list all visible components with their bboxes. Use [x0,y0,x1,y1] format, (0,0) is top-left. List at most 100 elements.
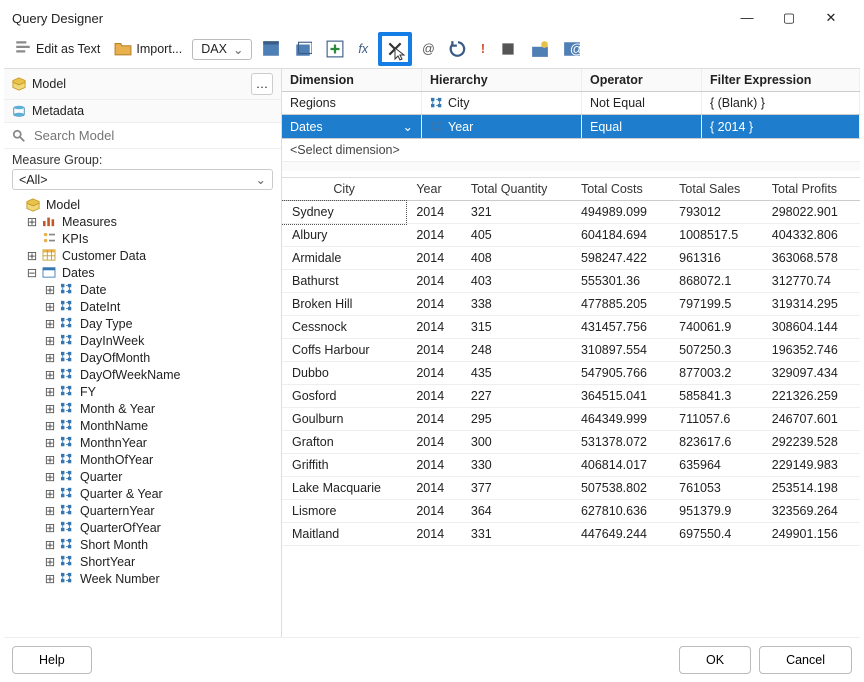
tree-dates-day-type[interactable]: ⊞Day Type [8,315,277,332]
model-more-button[interactable]: … [251,73,273,95]
table-row[interactable]: Lismore2014364627810.636951379.9323569.2… [282,500,860,523]
filter-select-dimension[interactable]: <Select dimension> [282,139,860,161]
table-row[interactable]: Lake Macquarie2014377507538.802761053253… [282,477,860,500]
toolbar-warning-icon[interactable]: ! [477,40,489,58]
tree-dates-monthname[interactable]: ⊞MonthName [8,417,277,434]
tree-dates-fy[interactable]: ⊞FY [8,383,277,400]
column-header[interactable]: Year [406,178,461,201]
toolbar-stop-icon[interactable] [495,38,521,60]
tree-dates-quarterofyear[interactable]: ⊞QuarterOfYear [8,519,277,536]
tree-dates-monthofyear[interactable]: ⊞MonthOfYear [8,451,277,468]
toolbar-formula-icon[interactable]: fx [354,40,372,58]
filter-operator[interactable]: Equal [582,115,702,138]
toolbar-add-calc-icon[interactable] [322,38,348,60]
toolbar-params-icon[interactable]: @ [559,38,585,60]
tree-dates-quarternyear[interactable]: ⊞QuarternYear [8,502,277,519]
tree-dates-dayofmonth[interactable]: ⊞DayOfMonth [8,349,277,366]
tree-dates[interactable]: ⊟Dates [8,264,277,281]
tree-dates-dayofweekname[interactable]: ⊞DayOfWeekName [8,366,277,383]
tree-dates-week-number[interactable]: ⊞Week Number [8,570,277,587]
table-row[interactable]: Cessnock2014315431457.756740061.9308604.… [282,316,860,339]
highlighted-toolbar-button[interactable] [378,32,412,66]
maximize-button[interactable]: ▢ [768,4,810,32]
filter-hscroll[interactable] [282,161,860,171]
footer: Help OK Cancel [4,637,860,682]
close-button[interactable]: ✕ [810,4,852,32]
table-row[interactable]: Griffith2014330406814.017635964229149.98… [282,454,860,477]
toolbar-design-icon[interactable] [527,38,553,60]
filter-col-operator: Operator [582,69,702,91]
measure-group-dropdown[interactable]: <All> ⌄ [12,169,273,190]
table-row[interactable]: Dubbo2014435547905.766877003.2329097.434 [282,362,860,385]
tree-node-label: Month & Year [80,402,155,416]
twisty-icon: ⊞ [26,214,38,229]
cell: 403 [461,270,571,293]
tree-dates-short-month[interactable]: ⊞Short Month [8,536,277,553]
tree-dates-dayinweek[interactable]: ⊞DayInWeek [8,332,277,349]
filter-expression[interactable]: { (Blank) } [702,92,860,114]
filter-dimension[interactable]: Regions [290,96,413,110]
filter-row[interactable]: Dates⌄YearEqual{ 2014 } [282,115,860,139]
table-row[interactable]: Coffs Harbour2014248310897.554507250.319… [282,339,860,362]
edit-as-text-button[interactable]: Edit as Text [10,37,104,62]
tree-dates-monthnyear[interactable]: ⊞MonthnYear [8,434,277,451]
data-grid[interactable]: CityYearTotal QuantityTotal CostsTotal S… [282,177,860,637]
column-header[interactable]: City [282,178,406,201]
filter-expression[interactable]: { 2014 } [702,115,860,138]
tree-customer-data[interactable]: ⊞Customer Data [8,247,277,264]
table-row[interactable]: Maitland2014331447649.244697550.4249901.… [282,523,860,546]
tree-node-icon [42,232,58,246]
table-row[interactable]: Broken Hill2014338477885.205797199.53193… [282,293,860,316]
left-panel: Model … Metadata Measure Group: <All> ⌄ … [4,69,282,637]
table-row[interactable]: Sydney2014321494989.099793012298022.901 [282,201,860,224]
filter-dimension[interactable]: Dates⌄ [290,119,413,134]
cell: 249901.156 [762,523,860,546]
tree-dates-dateint[interactable]: ⊞DateInt [8,298,277,315]
tree-measures[interactable]: ⊞Measures [8,213,277,230]
table-row[interactable]: Albury2014405604184.6941008517.5404332.8… [282,224,860,247]
import-button[interactable]: Import... [110,37,186,62]
table-row[interactable]: Gosford2014227364515.041585841.3221326.2… [282,385,860,408]
tree-node-icon [60,436,76,450]
column-header[interactable]: Total Sales [669,178,762,201]
cell: 2014 [406,224,461,247]
cell: 298022.901 [762,201,860,224]
table-row[interactable]: Bathurst2014403555301.36868072.1312770.7… [282,270,860,293]
cell: 308604.144 [762,316,860,339]
cell: 2014 [406,201,461,224]
model-panel-label: Model [32,77,245,91]
help-button[interactable]: Help [12,646,92,674]
tree-dates-month-year[interactable]: ⊞Month & Year [8,400,277,417]
cell: 2014 [406,339,461,362]
ok-button[interactable]: OK [679,646,751,674]
column-header[interactable]: Total Costs [571,178,669,201]
metadata-panel-header[interactable]: Metadata [4,100,281,123]
tree-dates-quarter-year[interactable]: ⊞Quarter & Year [8,485,277,502]
cell: 477885.205 [571,293,669,316]
toolbar-refresh-icon[interactable] [445,38,471,60]
column-header[interactable]: Total Quantity [461,178,571,201]
tree-model[interactable]: Model [8,196,277,213]
minimize-button[interactable]: — [726,4,768,32]
table-row[interactable]: Goulburn2014295464349.999711057.6246707.… [282,408,860,431]
table-row[interactable]: Grafton2014300531378.072823617.6292239.5… [282,431,860,454]
language-dropdown[interactable]: DAX ⌄ [192,39,252,60]
toolbar-grid-icon[interactable] [258,38,284,60]
column-header[interactable]: Total Profits [762,178,860,201]
cell: 364 [461,500,571,523]
filter-row[interactable]: RegionsCityNot Equal{ (Blank) } [282,92,860,115]
model-tree[interactable]: Model⊞MeasuresKPIs⊞Customer Data⊟Dates⊞D… [4,194,281,637]
toolbar-mdx-icon[interactable]: @ [418,40,439,58]
search-row[interactable] [4,123,281,149]
toolbar-cube-icon[interactable] [290,38,316,60]
tree-dates-quarter[interactable]: ⊞Quarter [8,468,277,485]
filter-operator[interactable]: Not Equal [582,92,702,114]
tree-kpis[interactable]: KPIs [8,230,277,247]
table-row[interactable]: Armidale2014408598247.422961316363068.57… [282,247,860,270]
model-panel-header[interactable]: Model … [4,69,281,100]
tree-dates-shortyear[interactable]: ⊞ShortYear [8,553,277,570]
cancel-button[interactable]: Cancel [759,646,852,674]
tree-dates-date[interactable]: ⊞Date [8,281,277,298]
cell: Lake Macquarie [282,477,406,500]
search-input[interactable] [32,127,273,144]
